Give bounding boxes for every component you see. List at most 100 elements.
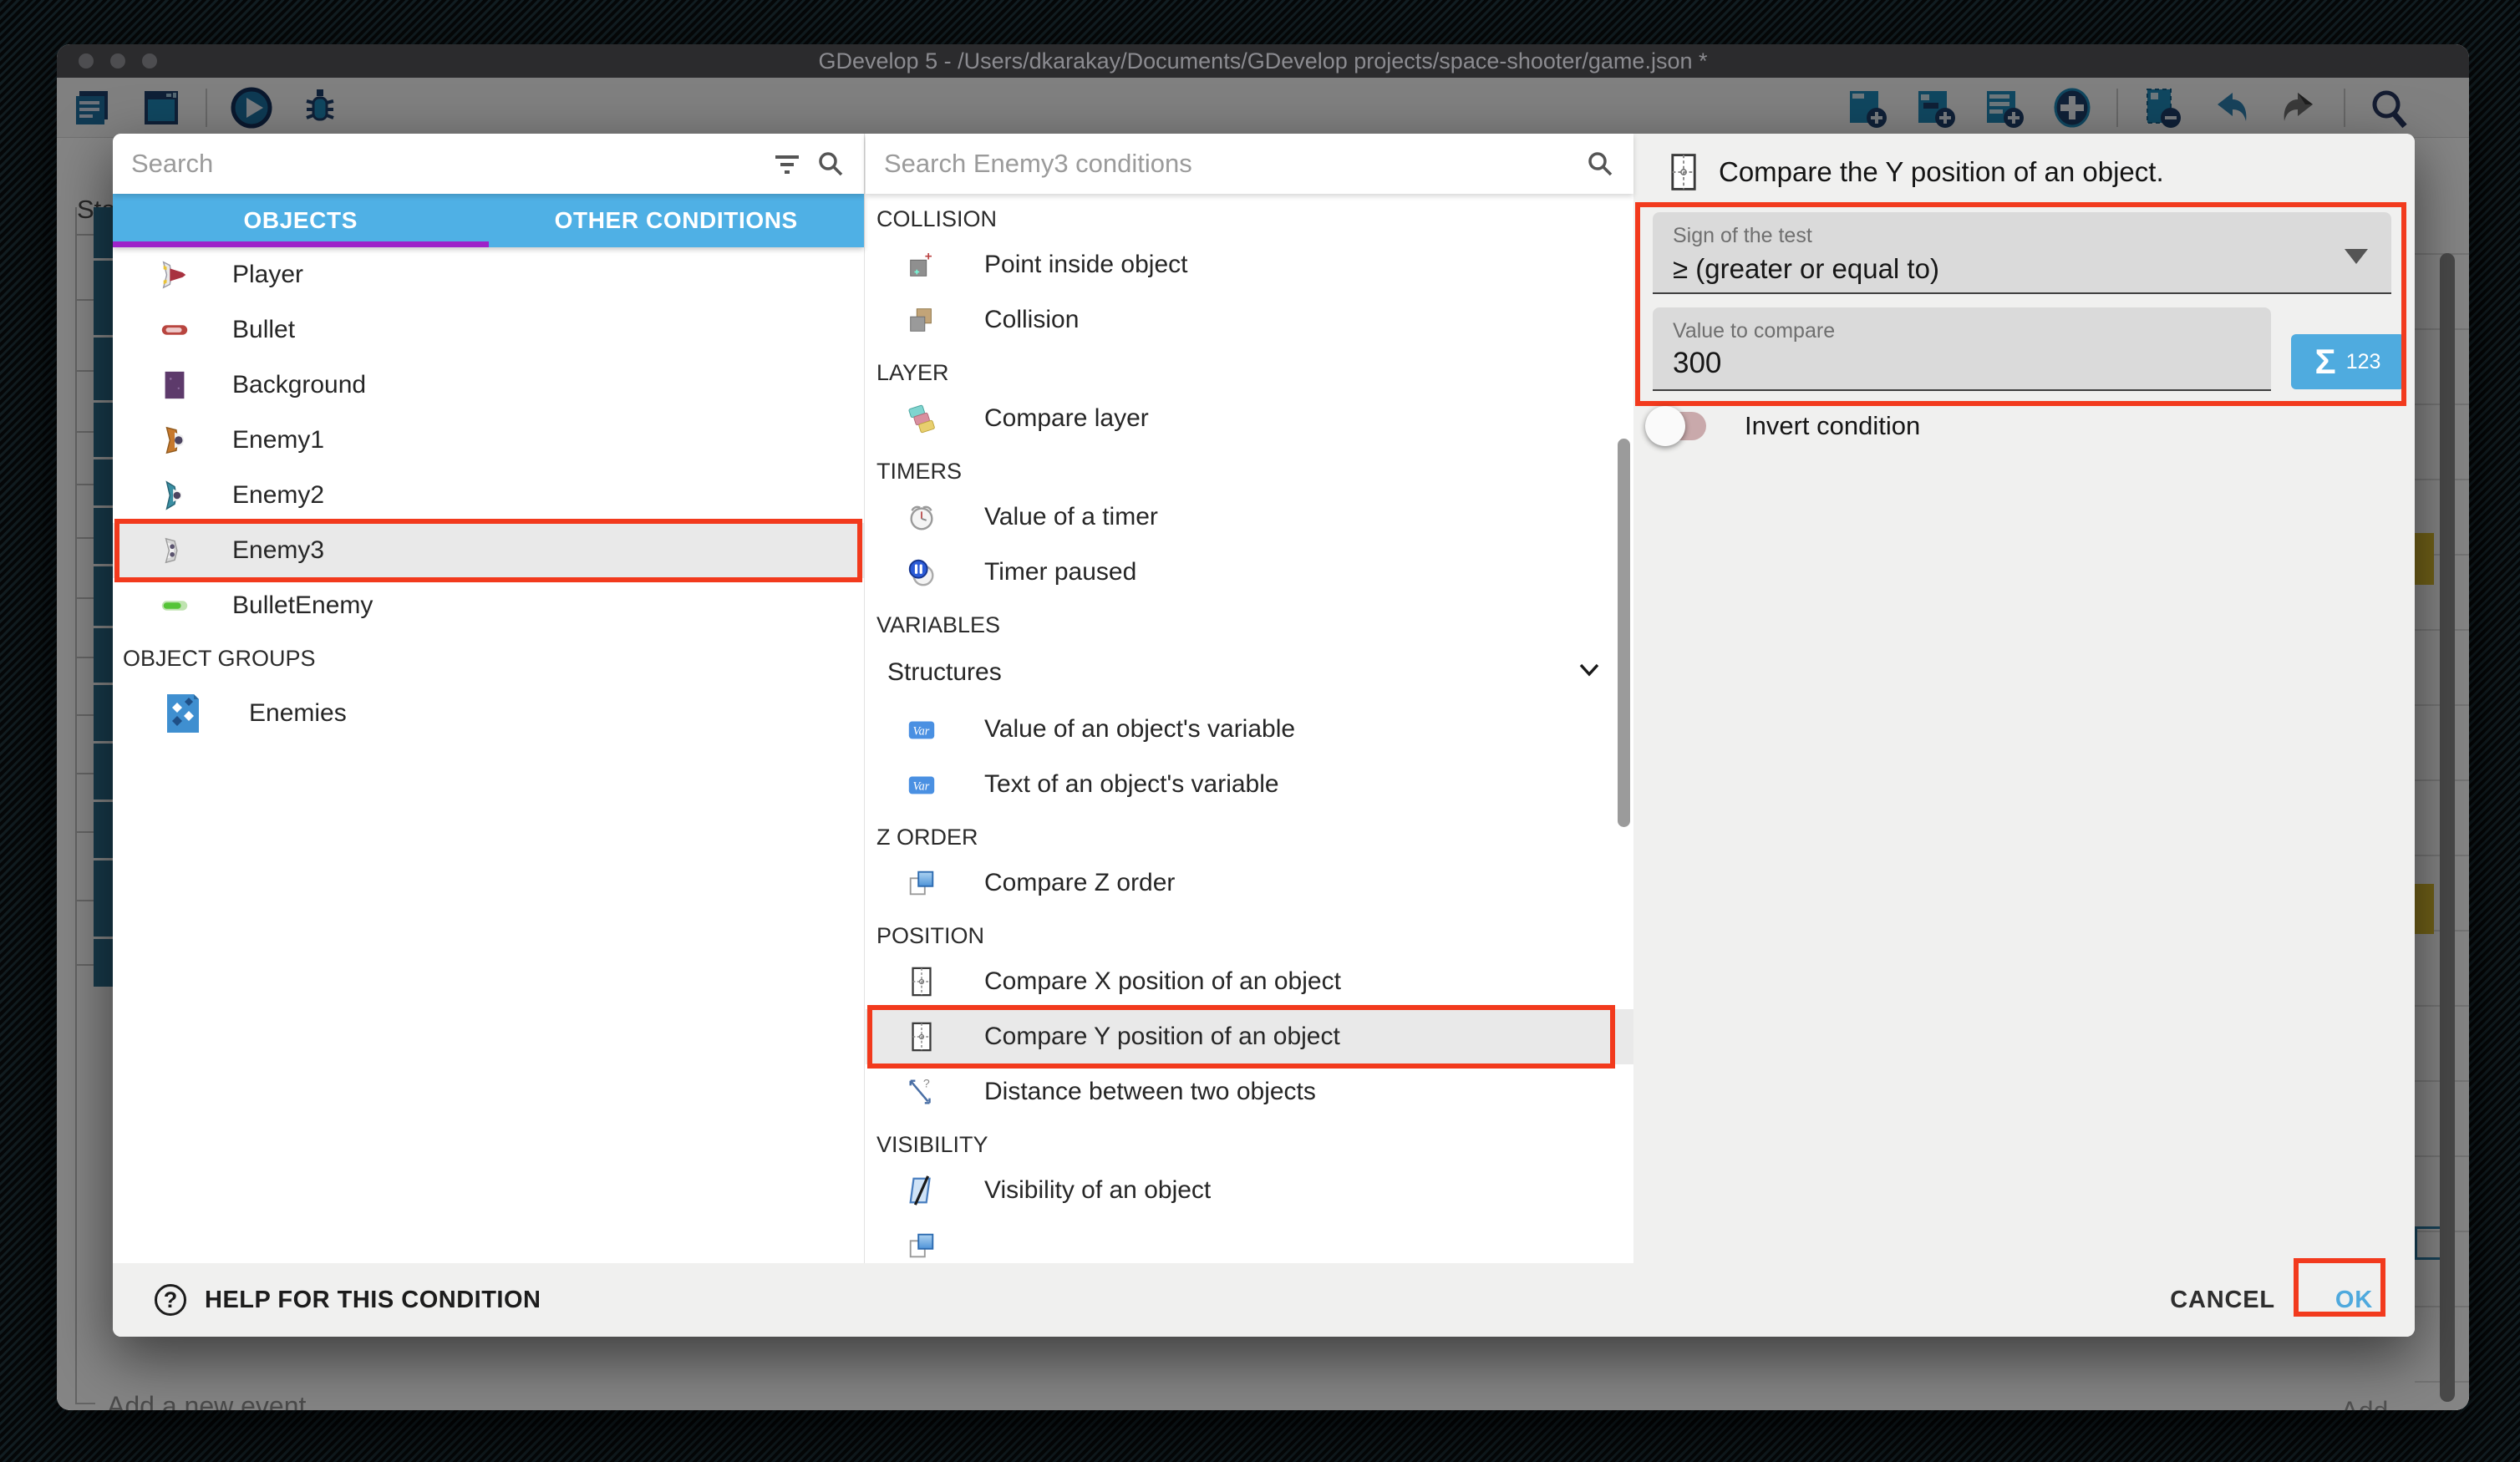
ok-button[interactable]: OK <box>2317 1273 2391 1327</box>
toggle-thumb[interactable] <box>1645 406 1685 446</box>
timer-icon <box>906 501 937 533</box>
close-window-button <box>79 53 94 69</box>
condition-item-point-inside-object[interactable]: +Point inside object <box>866 237 1633 292</box>
enemies-group-icon <box>159 689 207 738</box>
value-to-compare-field[interactable]: Value to compare <box>1653 307 2271 391</box>
dialog-footer: ? HELP FOR THIS CONDITION CANCEL OK <box>113 1263 2415 1337</box>
condition-item-label: Distance between two objects <box>984 1078 1316 1106</box>
tab-objects[interactable]: OBJECTS <box>113 194 489 247</box>
position-grid-icon <box>906 1021 937 1053</box>
condition-item-label: Compare Y position of an object <box>984 1023 1340 1051</box>
condition-item-visibility-of-an-object[interactable]: Visibility of an object <box>866 1163 1633 1218</box>
chevron-down-icon[interactable] <box>1575 655 1603 690</box>
variable-icon: Var <box>906 769 937 800</box>
condition-item-partial[interactable] <box>866 1218 1633 1263</box>
search-icon[interactable] <box>1585 149 1615 179</box>
value-to-compare-input[interactable] <box>1673 347 2208 380</box>
sign-of-test-label: Sign of the test <box>1673 224 2391 248</box>
object-item-label: Player <box>232 261 303 289</box>
cancel-button[interactable]: CANCEL <box>2152 1273 2294 1327</box>
object-group-item-enemies[interactable]: Enemies <box>113 677 864 750</box>
ok-label: OK <box>2335 1287 2373 1313</box>
condition-item-label: Timer paused <box>984 558 1136 586</box>
conditions-search-input[interactable] <box>884 149 1572 179</box>
background-icon <box>159 369 191 401</box>
svg-text:Var: Var <box>913 725 930 739</box>
section-header-collision: COLLISION <box>866 194 1633 237</box>
selector-tabs: OBJECTS OTHER CONDITIONS <box>113 194 864 247</box>
section-header-visibility: VISIBILITY <box>866 1119 1633 1163</box>
object-item-bullet[interactable]: Bullet <box>113 302 864 358</box>
search-icon[interactable] <box>815 149 846 179</box>
subgroup-structures[interactable]: Structures <box>866 643 1633 702</box>
point-inside-icon: + <box>906 249 937 281</box>
player-ship-icon <box>159 259 191 291</box>
object-item-label: Enemy3 <box>232 536 324 565</box>
object-item-enemy2[interactable]: Enemy2 <box>113 468 864 523</box>
invert-condition-row: Invert condition <box>1653 411 1920 441</box>
condition-item-compare-layer[interactable]: Compare layer <box>866 391 1633 446</box>
object-item-label: Enemy2 <box>232 481 324 510</box>
condition-item-label: Compare Z order <box>984 869 1175 897</box>
condition-parameters-panel: Compare the Y position of an object. Sig… <box>1633 134 2415 1263</box>
section-header-z-order: Z ORDER <box>866 812 1633 855</box>
help-label: HELP FOR THIS CONDITION <box>205 1287 541 1314</box>
condition-item-value-of-an-object-s-variable[interactable]: Var Value of an object's variable <box>866 702 1633 757</box>
z-order-icon <box>906 867 937 899</box>
collision-icon <box>906 304 937 336</box>
object-item-enemy3[interactable]: Enemy3 <box>113 523 864 578</box>
object-item-enemy1[interactable]: Enemy1 <box>113 413 864 468</box>
condition-item-label: Compare layer <box>984 404 1149 433</box>
condition-item-label: Value of an object's variable <box>984 715 1295 744</box>
condition-item-compare-z-order[interactable]: Compare Z order <box>866 855 1633 911</box>
tab-other-conditions[interactable]: OTHER CONDITIONS <box>489 194 865 247</box>
bullet-enemy-icon <box>159 590 191 622</box>
invert-condition-toggle[interactable] <box>1653 412 1706 440</box>
condition-editor-dialog: OBJECTS OTHER CONDITIONS Player Bullet Bac… <box>113 134 2415 1337</box>
enemy1-ship-icon <box>159 424 191 456</box>
minimize-window-button <box>110 53 125 69</box>
instructions-selector-panel: OBJECTS OTHER CONDITIONS Player Bullet Bac… <box>113 134 865 1263</box>
filter-icon[interactable] <box>772 149 802 179</box>
condition-item-distance-between-two-objects[interactable]: ?Distance between two objects <box>866 1064 1633 1119</box>
help-question-icon: ? <box>155 1284 186 1316</box>
annotation-box-enemy3 <box>114 519 862 582</box>
zoom-window-button <box>142 53 157 69</box>
conditions-list: COLLISION+Point inside objectCollisionLA… <box>866 194 1633 1263</box>
sigma-icon: Σ <box>2315 342 2336 382</box>
bullet-icon <box>159 314 191 346</box>
object-item-bulletenemy[interactable]: BulletEnemy <box>113 578 864 633</box>
condition-item-compare-x-position-of-an-object[interactable]: Compare X position of an object <box>866 954 1633 1009</box>
titlebar: GDevelop 5 - /Users/dkarakay/Documents/G… <box>57 44 2469 78</box>
object-groups-header: OBJECT GROUPS <box>113 633 864 677</box>
object-item-label: BulletEnemy <box>232 591 373 620</box>
condition-item-compare-y-position-of-an-object[interactable]: Compare Y position of an object <box>866 1009 1633 1064</box>
position-grid-icon <box>906 966 937 998</box>
condition-item-value-of-a-timer[interactable]: Value of a timer <box>866 490 1633 545</box>
expression-editor-button[interactable]: Σ 123 <box>2291 334 2405 389</box>
value-to-compare-label: Value to compare <box>1673 319 2271 343</box>
condition-item-collision[interactable]: Collision <box>866 292 1633 348</box>
timer-paused-icon <box>906 556 937 588</box>
condition-item-timer-paused[interactable]: Timer paused <box>866 545 1633 600</box>
visibility-icon <box>906 1175 937 1206</box>
conditions-scrollbar-thumb[interactable] <box>1618 439 1630 827</box>
objects-search-input[interactable] <box>131 149 759 179</box>
subgroup-label: Structures <box>887 658 1002 687</box>
condition-item-label: Collision <box>984 306 1079 334</box>
object-item-player[interactable]: Player <box>113 247 864 302</box>
object-item-label: Background <box>232 371 366 399</box>
enemy2-ship-icon <box>159 480 191 511</box>
objects-search-row <box>113 134 864 194</box>
condition-item-label: Compare X position of an object <box>984 967 1341 996</box>
section-header-position: POSITION <box>866 911 1633 954</box>
help-button[interactable]: ? HELP FOR THIS CONDITION <box>155 1284 541 1316</box>
condition-item-label: Text of an object's variable <box>984 770 1279 799</box>
conditions-list-panel: COLLISION+Point inside objectCollisionLA… <box>866 134 1633 1263</box>
condition-item-text-of-an-object-s-variable[interactable]: Var Text of an object's variable <box>866 757 1633 812</box>
sign-of-test-select[interactable]: Sign of the test ≥ (greater or equal to) <box>1653 212 2391 294</box>
sign-of-test-value: ≥ (greater or equal to) <box>1673 253 2391 285</box>
object-group-label: Enemies <box>249 699 347 728</box>
conditions-search-row <box>866 134 1633 194</box>
object-item-background[interactable]: Background <box>113 358 864 413</box>
